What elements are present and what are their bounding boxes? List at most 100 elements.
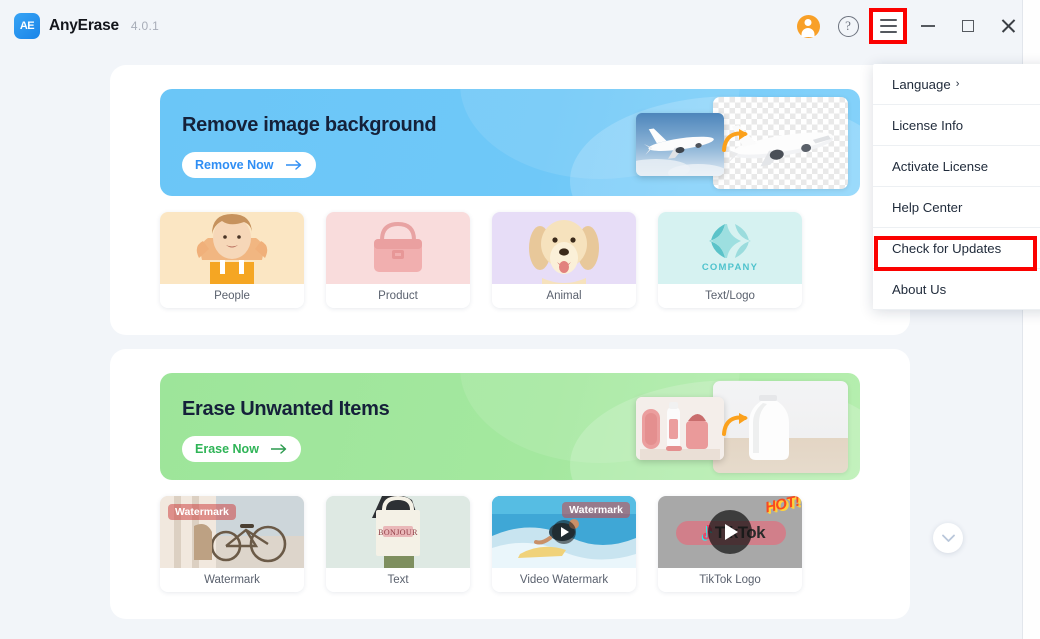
before-after-preview-planes [614, 92, 854, 194]
tile-row-erase: Watermark Watermark BONJOUR Text Waterma… [160, 496, 963, 596]
burger-line-3 [879, 31, 897, 34]
play-button[interactable] [708, 510, 752, 554]
arrow-right-icon [285, 160, 301, 170]
menu-item-help-center[interactable]: Help Center [873, 187, 1040, 228]
tile-product-label: Product [326, 284, 470, 308]
app-logo-icon: AE [14, 13, 40, 39]
company-star-logo-icon [709, 224, 751, 258]
menu-item-license-info[interactable]: License Info [873, 105, 1040, 146]
remove-now-label: Remove Now [195, 158, 274, 172]
minimize-icon [921, 25, 935, 27]
menu-item-activate-license[interactable]: Activate License [873, 146, 1040, 187]
tile-tiktok-logo[interactable]: TikTok HOT! TikTok Logo [658, 496, 802, 592]
watermark-badge: Watermark [168, 504, 236, 520]
chevron-down-icon [941, 534, 955, 542]
transform-arrow-icon [722, 129, 748, 152]
menu-item-about-us[interactable]: About Us [873, 269, 1040, 310]
tile-animal-image [492, 212, 636, 284]
tile-people[interactable]: People [160, 212, 304, 308]
menu-item-check-for-updates[interactable]: Check for Updates [873, 228, 1040, 269]
menu-button[interactable] [868, 6, 908, 46]
cosmetics-photo-icon [636, 397, 724, 460]
dog-photo-icon [529, 220, 599, 284]
help-button[interactable]: ? [828, 6, 868, 46]
hot-badge: HOT! [763, 496, 802, 517]
tile-text-label: Text [326, 568, 470, 592]
tile-video-watermark-image: Watermark [492, 496, 636, 568]
panel-remove-background: Remove image background Remove Now Peopl… [110, 65, 963, 335]
account-button[interactable] [788, 6, 828, 46]
tile-watermark-label: Watermark [160, 568, 304, 592]
menu-item-about-us-label: About Us [892, 281, 947, 297]
brand: AE AnyErase 4.0.1 [14, 13, 159, 39]
menu-item-check-for-updates-label: Check for Updates [892, 240, 1002, 256]
hero-remove-background: Remove image background Remove Now [160, 89, 860, 196]
tile-product-image [326, 212, 470, 284]
panel-erase-items: Erase Unwanted Items Erase Now Watermark… [110, 349, 963, 619]
handbag-photo-icon [374, 221, 422, 272]
remove-now-button[interactable]: Remove Now [182, 152, 316, 178]
menu-item-activate-license-label: Activate License [892, 158, 989, 174]
plane-photo-icon [636, 128, 724, 176]
play-button[interactable] [552, 520, 576, 544]
app-version: 4.0.1 [130, 19, 160, 33]
tile-video-watermark[interactable]: Watermark Video Watermark [492, 496, 636, 592]
hero-title-erase: Erase Unwanted Items [182, 398, 390, 420]
video-watermark-badge: Watermark [562, 502, 630, 518]
menu-item-language[interactable]: Language › [873, 64, 1040, 105]
company-logo-text: COMPANY [701, 262, 759, 273]
menu-item-language-label: Language [892, 76, 951, 92]
arrow-right-icon [270, 444, 287, 454]
burger-line-1 [879, 18, 897, 21]
hero-erase-items: Erase Unwanted Items Erase Now [160, 373, 860, 480]
tile-watermark-image: Watermark [160, 496, 304, 568]
avatar-icon [796, 14, 820, 38]
tile-people-label: People [160, 284, 304, 308]
hamburger-menu-icon [879, 18, 897, 34]
before-image-cosmetics [636, 397, 724, 460]
maximize-button[interactable] [948, 6, 988, 46]
help-circle-icon: ? [837, 15, 859, 37]
main-content: Remove image background Remove Now Peopl… [0, 52, 1024, 639]
main-menu-dropdown: Language › License Info Activate License… [873, 64, 1040, 310]
app-logo-text: AE [19, 20, 35, 32]
menu-item-help-center-label: Help Center [892, 199, 963, 215]
tile-video-watermark-label: Video Watermark [492, 568, 636, 592]
tile-text[interactable]: BONJOUR Text [326, 496, 470, 592]
tile-text-logo[interactable]: COMPANY Text/Logo [658, 212, 802, 308]
tile-animal[interactable]: Animal [492, 212, 636, 308]
person-photo-icon [196, 214, 268, 284]
play-triangle-icon [561, 527, 569, 537]
burger-line-2 [879, 24, 897, 28]
expand-erase-categories-button[interactable] [933, 523, 963, 553]
tile-product[interactable]: Product [326, 212, 470, 308]
tile-animal-label: Animal [492, 284, 636, 308]
before-after-preview-cosmetics [614, 376, 854, 478]
transform-arrow-icon [722, 413, 748, 436]
app-window: AE AnyErase 4.0.1 ? Remove image backgro… [0, 0, 1040, 639]
tile-tiktok-logo-label: TikTok Logo [658, 568, 802, 592]
play-triangle-icon [724, 524, 738, 540]
minimize-button[interactable] [908, 6, 948, 46]
chevron-right-icon: › [955, 78, 960, 90]
tile-people-image [160, 212, 304, 284]
app-title: AnyErase [49, 17, 119, 34]
window-controls: ? [788, 6, 1028, 46]
maximize-icon [962, 20, 974, 32]
hamburger-menu-highlight-box [869, 8, 907, 44]
tote-bag-photo-icon: BONJOUR [326, 496, 470, 568]
menu-item-license-info-label: License Info [892, 117, 964, 133]
tile-text-logo-label: Text/Logo [658, 284, 802, 308]
title-bar: AE AnyErase 4.0.1 ? [0, 0, 1040, 52]
tile-tiktok-logo-image: TikTok HOT! [658, 496, 802, 568]
tile-row-remove: People Product Animal COMPANY Text/Logo [160, 212, 963, 312]
tile-text-image: BONJOUR [326, 496, 470, 568]
erase-now-label: Erase Now [195, 442, 259, 456]
hero-title-remove: Remove image background [182, 114, 437, 136]
svg-text:BONJOUR: BONJOUR [378, 528, 418, 537]
erase-now-button[interactable]: Erase Now [182, 436, 301, 462]
close-icon [1000, 18, 1016, 34]
tile-watermark[interactable]: Watermark Watermark [160, 496, 304, 592]
before-image-plane [636, 113, 724, 176]
tile-text-logo-image: COMPANY [658, 212, 802, 284]
